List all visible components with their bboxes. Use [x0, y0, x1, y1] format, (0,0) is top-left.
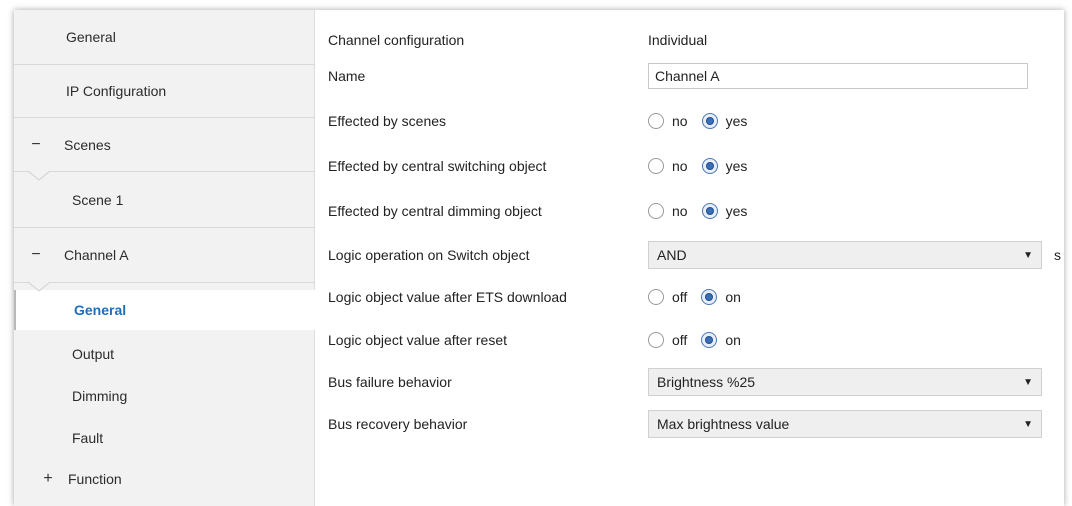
sidebar-item-label: Scenes — [64, 136, 111, 153]
param-effected-by-scenes: Effected by scenes no yes — [328, 105, 1064, 137]
logic-ets-radio-on[interactable]: on — [701, 289, 741, 305]
radio-checked-icon[interactable] — [701, 289, 718, 305]
tree-notch — [28, 171, 50, 181]
sidebar-item-ip-configuration[interactable]: IP Configuration — [14, 65, 314, 118]
sidebar-item-function[interactable]: + Function — [14, 459, 314, 499]
minus-icon[interactable]: − — [28, 136, 44, 154]
chevron-down-icon[interactable]: ▼ — [1023, 250, 1033, 261]
central-switch-radio-no[interactable]: no — [648, 158, 688, 174]
radio-checked-icon[interactable] — [701, 203, 718, 219]
minus-icon[interactable]: − — [28, 246, 44, 264]
param-central-dimming: Effected by central dimming object no ye… — [328, 195, 1064, 227]
logic-ets-radio-group: off on — [648, 289, 755, 305]
scenes-radio-yes[interactable]: yes — [701, 113, 747, 129]
param-label: Name — [328, 68, 366, 84]
sidebar-item-channel-general[interactable]: General — [14, 290, 316, 330]
param-label: Effected by scenes — [328, 113, 447, 129]
sidebar-item-general[interactable]: General — [14, 10, 314, 65]
scenes-radio-no[interactable]: no — [648, 113, 688, 129]
radio-unchecked-icon[interactable] — [648, 332, 664, 348]
sidebar-item-label: Dimming — [72, 388, 128, 404]
logic-reset-radio-off[interactable]: off — [648, 332, 687, 348]
chevron-down-icon[interactable]: ▼ — [1023, 419, 1033, 430]
sidebar-item-label: Fault — [72, 430, 104, 446]
param-label: Effected by central dimming object — [328, 203, 542, 219]
tree-notch — [28, 282, 50, 292]
param-logic-after-reset: Logic object value after reset off on — [328, 324, 1064, 356]
sidebar-item-output[interactable]: Output — [14, 334, 314, 374]
param-label: Bus recovery behavior — [328, 416, 468, 432]
sidebar-item-scene-1[interactable]: Scene 1 — [14, 172, 314, 228]
param-label: Logic object value after reset — [328, 332, 507, 348]
central-dim-radio-group: no yes — [648, 203, 761, 219]
sidebar-item-scenes[interactable]: − Scenes — [14, 118, 314, 172]
sidebar-item-label: IP Configuration — [66, 83, 167, 99]
logic-reset-radio-on[interactable]: on — [701, 332, 741, 348]
param-bus-recovery: Bus recovery behavior Max brightness val… — [328, 408, 1064, 440]
param-label: Bus failure behavior — [328, 374, 452, 390]
parameter-panel: Channel configuration Individual Name Ef… — [314, 10, 1064, 506]
central-switch-radio-yes[interactable]: yes — [701, 158, 747, 174]
sidebar-item-label: General — [66, 29, 116, 45]
central-switch-radio-group: no yes — [648, 158, 761, 174]
logic-ets-radio-off[interactable]: off — [648, 289, 687, 305]
central-dim-radio-no[interactable]: no — [648, 203, 688, 219]
name-input[interactable] — [648, 63, 1028, 89]
param-logic-after-ets: Logic object value after ETS download of… — [328, 281, 1064, 313]
sidebar-item-label: Scene 1 — [72, 191, 124, 208]
sidebar-item-label: General — [74, 302, 127, 318]
radio-unchecked-icon[interactable] — [648, 113, 664, 129]
param-label: Logic operation on Switch object — [328, 247, 530, 263]
central-dim-radio-yes[interactable]: yes — [701, 203, 747, 219]
sidebar-item-channel-a[interactable]: − Channel A — [14, 228, 314, 283]
radio-unchecked-icon[interactable] — [648, 289, 664, 305]
sidebar-item-label: Output — [72, 346, 115, 362]
param-label: Logic object value after ETS download — [328, 289, 567, 305]
radio-unchecked-icon[interactable] — [648, 158, 664, 174]
chevron-down-icon[interactable]: ▼ — [1023, 377, 1033, 388]
sidebar: General IP Configuration − Scenes Scene … — [14, 10, 316, 506]
radio-unchecked-icon[interactable] — [648, 203, 664, 219]
param-label: Effected by central switching object — [328, 158, 547, 174]
plus-icon[interactable]: + — [40, 470, 56, 488]
logic-operation-select[interactable]: AND ▼ — [648, 241, 1042, 269]
app-window: General IP Configuration − Scenes Scene … — [14, 10, 1064, 506]
radio-checked-icon[interactable] — [701, 113, 718, 129]
bus-failure-select[interactable]: Brightness %25 ▼ — [648, 368, 1042, 396]
radio-checked-icon[interactable] — [701, 158, 718, 174]
sidebar-item-label: Channel A — [64, 247, 129, 263]
param-central-switching: Effected by central switching object no … — [328, 150, 1064, 182]
channel-configuration-value: Individual — [648, 32, 708, 48]
param-name: Name — [328, 60, 1064, 92]
param-label: Channel configuration — [328, 32, 465, 48]
unit-label: s — [1054, 247, 1061, 263]
sidebar-item-fault[interactable]: Fault — [14, 418, 314, 458]
logic-reset-radio-group: off on — [648, 332, 755, 348]
radio-checked-icon[interactable] — [701, 332, 718, 348]
sidebar-item-label: Function — [68, 471, 122, 487]
param-bus-failure: Bus failure behavior Brightness %25 ▼ — [328, 366, 1064, 398]
scenes-radio-group: no yes — [648, 113, 761, 129]
sidebar-item-dimming[interactable]: Dimming — [14, 376, 314, 416]
param-logic-operation: Logic operation on Switch object AND ▼ s — [328, 239, 1064, 271]
bus-recovery-select[interactable]: Max brightness value ▼ — [648, 410, 1042, 438]
param-channel-configuration: Channel configuration Individual — [328, 24, 1064, 56]
